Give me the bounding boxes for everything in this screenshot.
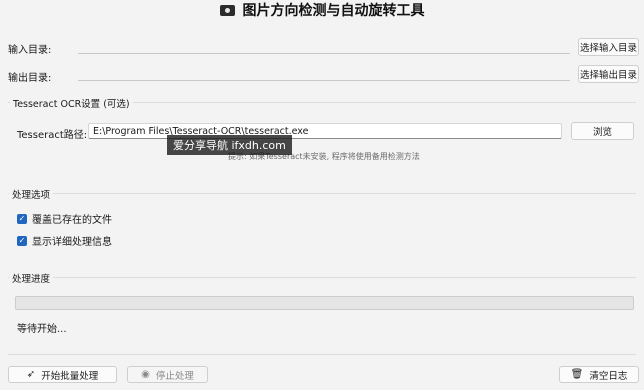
verbose-checkbox[interactable]: ✓ [17, 235, 27, 246]
footer-divider [8, 354, 636, 355]
stop-label: 停止处理 [155, 370, 194, 382]
input-dir-label: 输入目录: [8, 45, 52, 56]
verbose-checkbox-label: 显示详细处理信息 [32, 237, 112, 248]
overwrite-checkbox-row[interactable]: ✓ 覆盖已存在的文件 [17, 211, 112, 226]
progress-group-title: 处理进度 [9, 271, 54, 285]
overwrite-checkbox[interactable]: ✓ [17, 213, 27, 224]
progress-group-border [8, 277, 636, 278]
options-group-title: 处理选项 [9, 187, 54, 201]
input-dir-field[interactable] [78, 53, 570, 54]
watermark-overlay: 爱分享导航 ifxdh.com [167, 135, 292, 155]
trash-icon: 🗑 [570, 369, 584, 380]
tesseract-path-label: Tesseract路径: [17, 130, 88, 141]
stop-circle-icon: ◉ [141, 369, 150, 380]
output-dir-label: 输出目录: [8, 73, 52, 84]
select-input-dir-button[interactable]: 选择输入目录 [578, 38, 639, 56]
ocr-group-title: Tesseract OCR设置 (可选) [10, 96, 133, 110]
options-group-border [8, 193, 636, 194]
browse-button[interactable]: 浏览 [571, 122, 634, 140]
verbose-checkbox-row[interactable]: ✓ 显示详细处理信息 [17, 233, 112, 248]
window-title: 图片方向检测与自动旋转工具 [0, 0, 644, 20]
start-batch-label: 开始批量处理 [41, 370, 99, 382]
clear-log-label: 清空日志 [589, 370, 628, 382]
stop-button[interactable]: ◉ 停止处理 [127, 366, 208, 383]
camera-icon [219, 4, 235, 16]
clear-log-button[interactable]: 🗑 清空日志 [559, 366, 639, 383]
progress-bar [15, 296, 634, 310]
progress-status: 等待开始... [17, 324, 67, 335]
window-title-text: 图片方向检测与自动旋转工具 [242, 3, 425, 19]
output-dir-field[interactable] [78, 80, 570, 81]
tesseract-path-input[interactable]: E:\Program Files\Tesseract-OCR\tesseract… [88, 123, 562, 139]
overwrite-checkbox-label: 覆盖已存在的文件 [32, 215, 112, 226]
start-batch-button[interactable]: ➶ 开始批量处理 [8, 366, 117, 383]
rocket-icon: ➶ [26, 369, 36, 380]
select-output-dir-button[interactable]: 选择输出目录 [578, 65, 639, 83]
